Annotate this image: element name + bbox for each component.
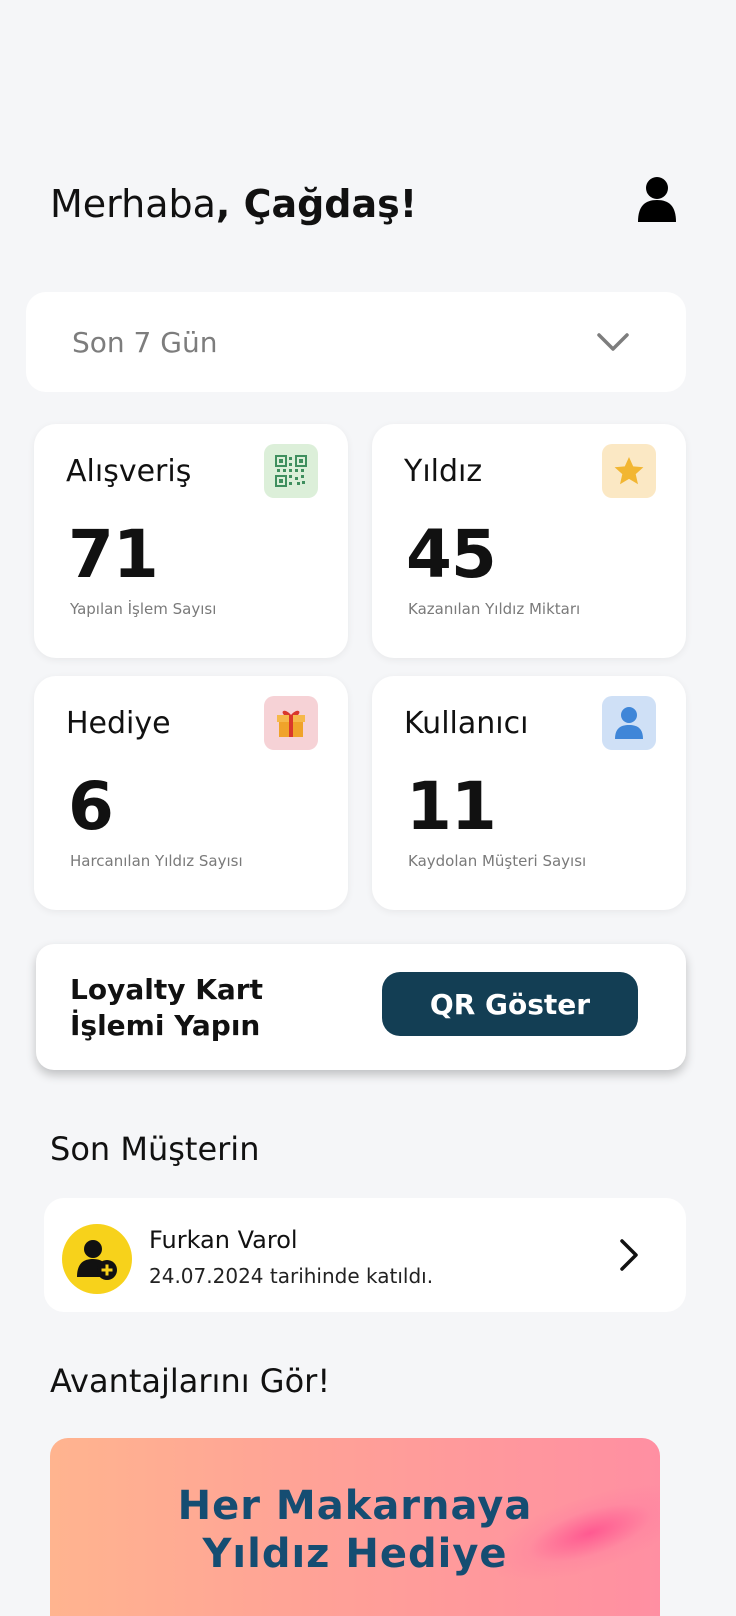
promo-text: Her Makarnaya Yıldız Hediye <box>50 1482 660 1578</box>
loyalty-line-2: İşlemi Yapın <box>70 1009 261 1042</box>
greeting-heading: Merhaba, Çağdaş! <box>50 182 417 226</box>
stat-title: Alışveriş <box>66 454 192 489</box>
customer-list-item[interactable]: Furkan Varol 24.07.2024 tarihinde katıld… <box>44 1198 686 1312</box>
promo-line-1: Her Makarnaya <box>177 1483 533 1529</box>
stat-title: Yıldız <box>404 454 483 489</box>
promo-line-2: Yıldız Hediye <box>202 1531 508 1577</box>
stat-value: 71 <box>68 516 159 593</box>
customer-name: Furkan Varol <box>149 1226 298 1254</box>
star-icon <box>614 457 644 485</box>
qr-code-icon <box>275 455 307 487</box>
greeting-name: , Çağdaş! <box>215 182 418 226</box>
stat-title: Hediye <box>66 706 171 741</box>
stat-subtitle: Kazanılan Yıldız Miktarı <box>408 600 581 618</box>
stat-value: 11 <box>406 768 497 845</box>
chevron-down-icon <box>597 333 629 351</box>
period-select[interactable]: Son 7 Gün <box>26 292 686 392</box>
advantages-title: Avantajlarını Gör! <box>50 1362 331 1400</box>
loyalty-card: Loyalty Kart İşlemi Yapın QR Göster <box>36 944 686 1070</box>
stat-title: Kullanıcı <box>404 706 529 741</box>
loyalty-line-1: Loyalty Kart <box>70 973 263 1006</box>
user-add-icon <box>77 1240 117 1280</box>
gift-icon <box>277 710 305 737</box>
user-icon <box>615 707 643 739</box>
stat-card-shopping[interactable]: Alışveriş 71 Yapılan İşlem Sayısı <box>34 424 348 658</box>
stat-badge <box>602 696 656 750</box>
stat-card-gift[interactable]: Hediye 6 Harcanılan Yıldız Sayısı <box>34 676 348 910</box>
stat-badge <box>602 444 656 498</box>
profile-button[interactable] <box>636 176 678 224</box>
recent-customers-title: Son Müşterin <box>50 1130 260 1168</box>
stat-card-stars[interactable]: Yıldız 45 Kazanılan Yıldız Miktarı <box>372 424 686 658</box>
stat-badge <box>264 444 318 498</box>
avatar <box>62 1224 132 1294</box>
stat-subtitle: Yapılan İşlem Sayısı <box>70 600 217 618</box>
stat-value: 6 <box>68 768 114 845</box>
customer-joined-date: 24.07.2024 tarihinde katıldı. <box>149 1264 434 1288</box>
stat-subtitle: Kaydolan Müşteri Sayısı <box>408 852 587 870</box>
qr-show-button[interactable]: QR Göster <box>382 972 638 1036</box>
chevron-right-icon <box>620 1239 638 1271</box>
period-selected-value: Son 7 Gün <box>72 325 218 359</box>
stat-subtitle: Harcanılan Yıldız Sayısı <box>70 852 243 870</box>
stat-badge <box>264 696 318 750</box>
greeting-prefix: Merhaba <box>50 182 216 226</box>
stat-value: 45 <box>406 516 497 593</box>
user-icon <box>638 177 676 222</box>
stat-card-users[interactable]: Kullanıcı 11 Kaydolan Müşteri Sayısı <box>372 676 686 910</box>
promo-banner[interactable]: Her Makarnaya Yıldız Hediye <box>50 1438 660 1616</box>
loyalty-text: Loyalty Kart İşlemi Yapın <box>70 972 263 1044</box>
